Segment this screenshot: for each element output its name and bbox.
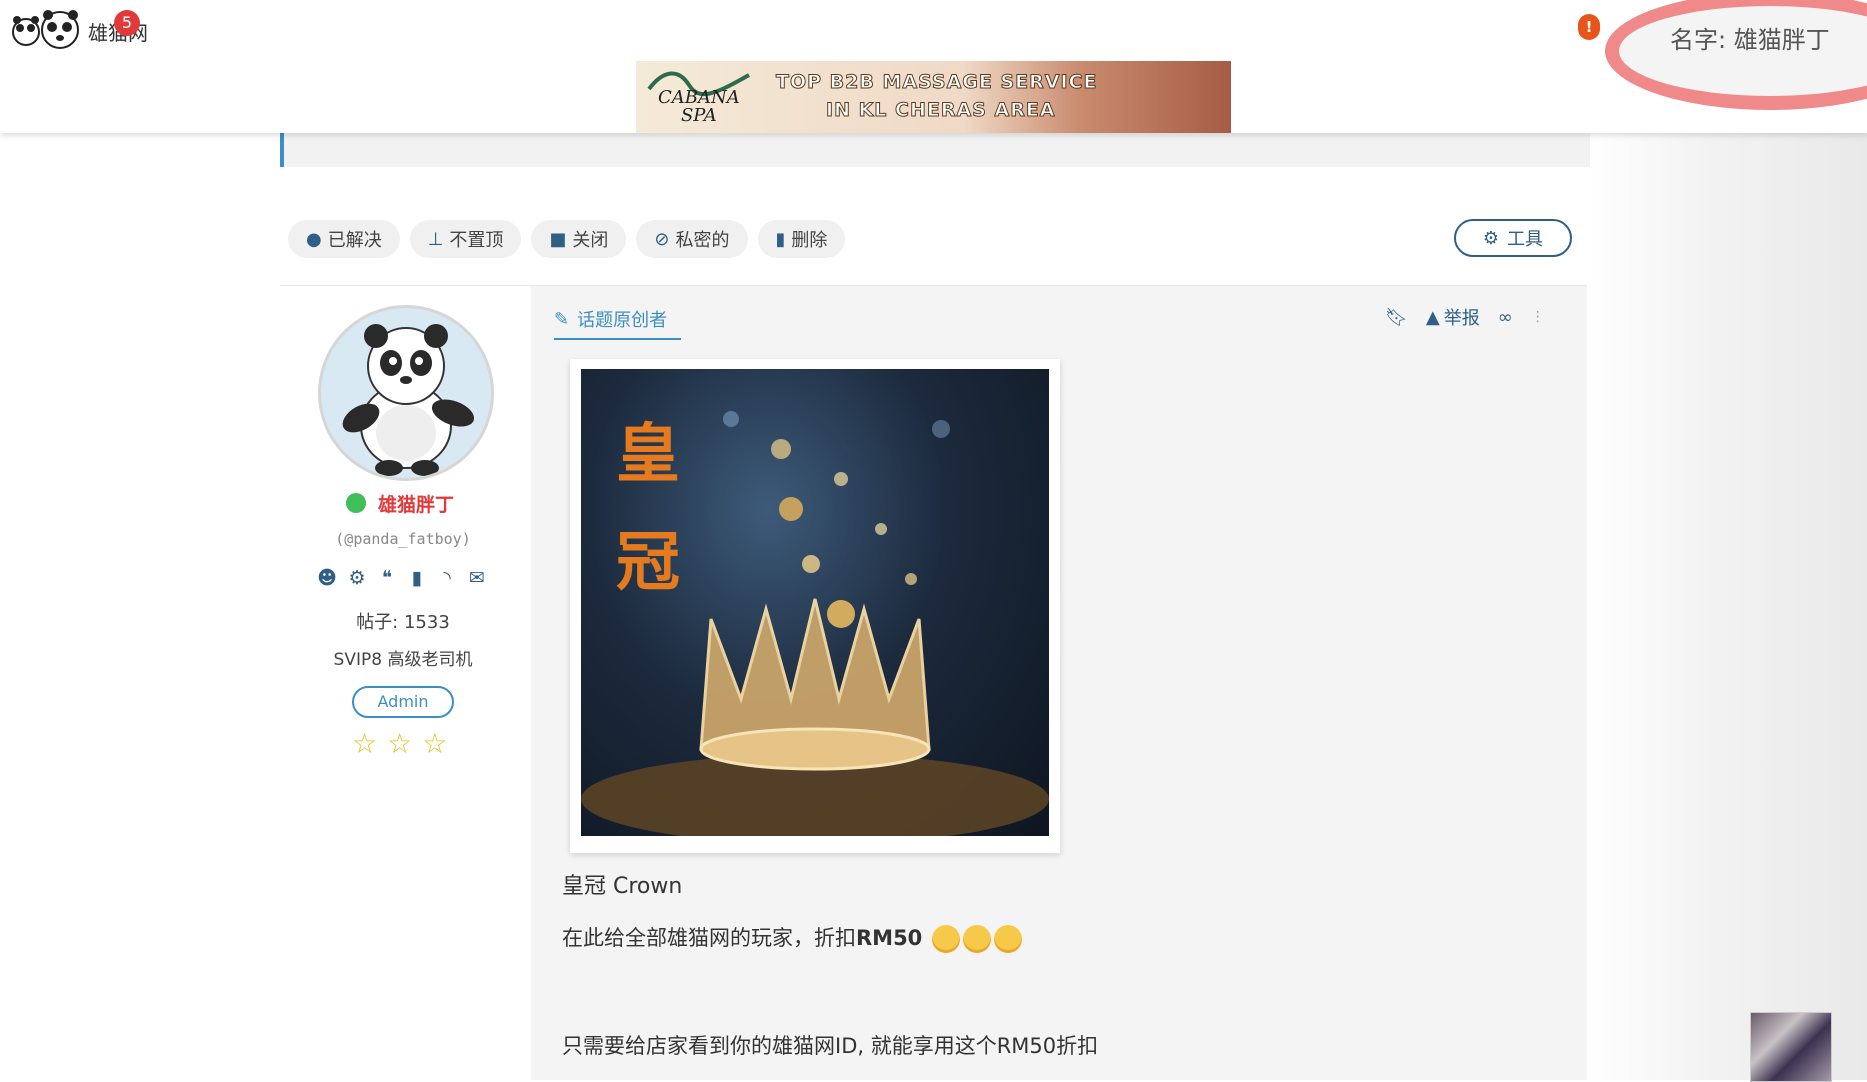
bookmark-icon[interactable]: ▮ xyxy=(404,565,430,591)
bookmark-icon[interactable]: 🔖︎ xyxy=(1385,307,1408,328)
more-options-icon[interactable]: ⋮ xyxy=(1531,309,1545,325)
tools-button[interactable]: ⚙ 工具 xyxy=(1454,219,1572,257)
avatar[interactable] xyxy=(318,305,494,481)
panda-avatar-icon xyxy=(342,324,475,476)
blushing-face-icon xyxy=(962,925,991,953)
pin-icon: ⊥ xyxy=(427,228,444,250)
user-highlight-oval xyxy=(1605,0,1867,110)
post-image[interactable]: 皇 冠 xyxy=(570,359,1060,853)
image-title: 皇 冠 xyxy=(616,417,680,600)
panda-logo-icon[interactable] xyxy=(10,8,90,52)
gear-icon[interactable]: ⚙ xyxy=(344,565,370,591)
gear-icon: ⚙ xyxy=(1482,227,1500,249)
topic-actions: ● 已解决 ⊥ 不置顶 ■ 关闭 ⊘ 私密的 ▮ 删除 xyxy=(288,220,846,258)
star-icon: ☆ xyxy=(387,727,413,760)
post-count: 帖子: 1533 xyxy=(356,612,450,633)
notification-badge[interactable]: 5 xyxy=(114,10,140,36)
warning-icon: ▲ xyxy=(1425,306,1440,328)
trash-icon: ▮ xyxy=(775,228,786,250)
post-actions: 🔖︎ ▲ 举报 ∞ ⋮ xyxy=(1385,304,1545,330)
ad-brand: CABANA SPA xyxy=(658,87,740,126)
comments-icon[interactable]: ❝ xyxy=(374,565,400,591)
online-status-icon xyxy=(346,493,366,513)
ad-line-1: TOP B2B MASSAGE SERVICE xyxy=(775,71,1098,94)
crown-image: 皇 冠 xyxy=(581,369,1049,836)
ad-banner[interactable]: CABANA SPA TOP B2B MASSAGE SERVICE IN KL … xyxy=(636,61,1231,133)
close-button[interactable]: ■ 关闭 xyxy=(531,220,627,258)
author-name[interactable]: 雄猫胖丁 xyxy=(378,490,454,517)
unpin-button[interactable]: ⊥ 不置顶 xyxy=(409,220,522,258)
admin-badge[interactable]: Admin xyxy=(352,686,454,718)
eye-slash-icon: ⊘ xyxy=(654,228,670,250)
reputation-stars: ☆ ☆ ☆ xyxy=(352,727,447,760)
delete-button[interactable]: ▮ 删除 xyxy=(757,220,846,258)
author-handle: (@panda_fatboy) xyxy=(335,530,471,548)
floating-thumbnail[interactable] xyxy=(1750,1012,1832,1082)
report-button[interactable]: ▲ 举报 xyxy=(1426,304,1480,330)
lock-icon: ■ xyxy=(549,228,567,250)
blushing-face-icon xyxy=(931,925,960,953)
breadcrumb-bar xyxy=(280,133,1591,167)
alert-icon[interactable]: ! xyxy=(1578,14,1600,40)
star-icon: ☆ xyxy=(422,727,448,760)
envelope-icon[interactable]: ✉ xyxy=(464,565,490,591)
post-body-line: 在此给全部雄猫网的玩家，折扣RM50 xyxy=(562,922,1022,953)
blushing-face-icon xyxy=(993,925,1022,953)
private-button[interactable]: ⊘ 私密的 xyxy=(636,220,748,258)
check-circle-icon: ● xyxy=(306,228,322,250)
rss-icon[interactable]: ◝ xyxy=(434,565,460,591)
user-icon[interactable]: ☻ xyxy=(314,565,340,591)
ad-line-2: IN KL CHERAS AREA xyxy=(826,99,1056,122)
feather-icon: ✎ xyxy=(554,308,570,330)
star-icon: ☆ xyxy=(352,727,378,760)
post-title: 皇冠 Crown xyxy=(562,874,683,899)
author-icon-row: ☻ ⚙ ❝ ▮ ◝ ✉ xyxy=(314,565,490,591)
post-body-line: 只需要给店家看到你的雄猫网ID, 就能享用这个RM50折扣 xyxy=(562,1034,1099,1058)
link-icon[interactable]: ∞ xyxy=(1498,307,1513,328)
solved-button[interactable]: ● 已解决 xyxy=(288,220,400,258)
right-background xyxy=(1590,130,1867,1080)
user-name-label[interactable]: 名字: 雄猫胖丁 xyxy=(1670,20,1830,55)
author-rank: SVIP8 高级老司机 xyxy=(333,650,473,670)
site-header: 雄猫网 5 CABANASPA TOP B2B MASSAGE SERVICE … xyxy=(0,0,1867,133)
original-poster-tag: ✎ 话题原创者 xyxy=(554,304,682,340)
